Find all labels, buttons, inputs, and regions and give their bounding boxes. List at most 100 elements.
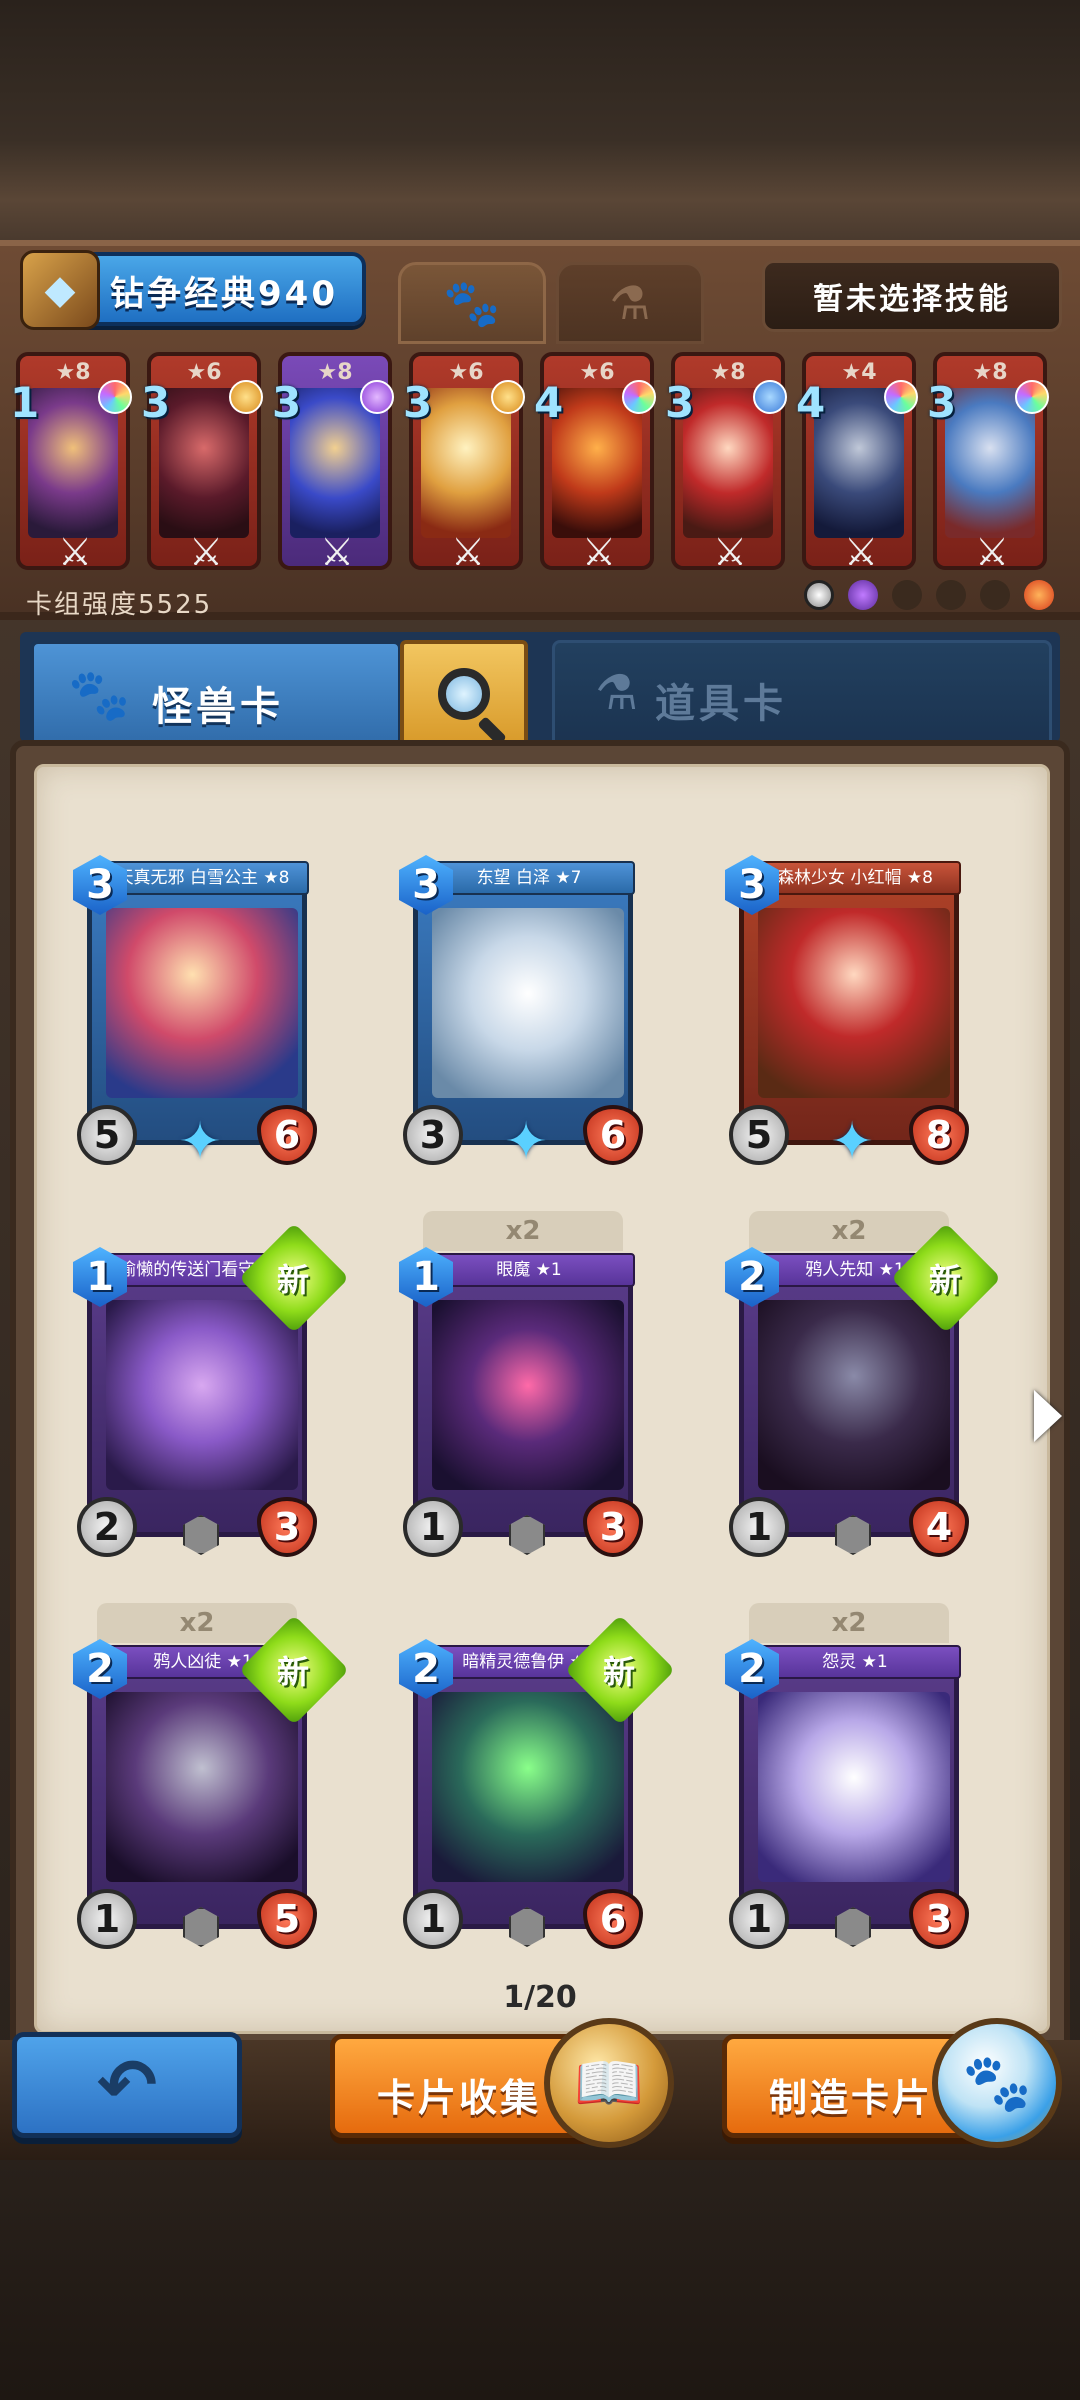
back-button[interactable]: ↶ bbox=[12, 2032, 242, 2138]
card-attack: 1 bbox=[403, 1889, 463, 1949]
monster-card[interactable]: 天真无邪 白雪公主 ★8 3 5 6 ✦ bbox=[73, 853, 317, 1169]
card-art bbox=[758, 1300, 950, 1490]
sword-icon: ⚔ bbox=[188, 530, 224, 574]
card-attack: 5 bbox=[729, 1105, 789, 1165]
deck-card-cost: 1 bbox=[10, 378, 40, 427]
collection-grid: 天真无邪 白雪公主 ★8 3 5 6 ✦ 东望 白泽 ★7 3 3 6 ✦ 森林少女 小红帽 ★8 3… bbox=[34, 764, 1050, 2034]
card-health: 3 bbox=[257, 1497, 317, 1557]
card-collection-label: 卡片收集 bbox=[377, 2076, 542, 2120]
card-art bbox=[758, 1692, 950, 1882]
tab-item-cards[interactable]: ⚗ 道具卡 bbox=[552, 640, 1052, 748]
deck-card-gem-icon bbox=[360, 380, 394, 414]
next-page-arrow-icon[interactable] bbox=[1034, 1390, 1062, 1442]
monster-card[interactable]: x2 眼魔 ★1 1 1 3 bbox=[399, 1211, 643, 1557]
tab-item-label: 道具卡 bbox=[655, 681, 787, 727]
page-indicator: 1/20 bbox=[503, 1980, 577, 2015]
deck-card[interactable]: ★8 3 ⚔ bbox=[272, 352, 394, 574]
card-attack: 1 bbox=[729, 1889, 789, 1949]
card-art bbox=[106, 1300, 298, 1490]
tab-monster-label: 怪兽卡 bbox=[152, 684, 284, 730]
card-art bbox=[106, 908, 298, 1098]
card-name: 天真无邪 白雪公主 ★8 bbox=[97, 861, 309, 895]
shadow-element-icon bbox=[848, 580, 878, 610]
deck-card[interactable]: ★6 4 ⚔ bbox=[534, 352, 656, 574]
tab-monster-skills-paw-icon[interactable]: 🐾 bbox=[398, 262, 546, 344]
card-name: 怨灵 ★1 bbox=[749, 1645, 961, 1679]
card-health: 6 bbox=[583, 1889, 643, 1949]
sword-icon: ⚔ bbox=[712, 530, 748, 574]
sword-icon: ⚔ bbox=[319, 530, 355, 574]
paw-jar-icon[interactable]: 🐾 bbox=[932, 2018, 1062, 2148]
card-copies-tab: x2 bbox=[97, 1603, 297, 1643]
game-screen: ◆ 钻争经典940 🐾 ⚗ 暂未选择技能 ★8 1 ⚔ ★6 3 ⚔ ★8 3 ⚔ ★6 3 ⚔ ★6 4… bbox=[0, 0, 1080, 2400]
sword-icon: ⚔ bbox=[843, 530, 879, 574]
monster-card[interactable]: x2 鸦人先知 ★1 2 1 4 新 bbox=[725, 1211, 1002, 1557]
search-button[interactable] bbox=[400, 640, 528, 748]
neutral-element-icon bbox=[804, 580, 834, 610]
craft-card-label: 制造卡片 bbox=[769, 2076, 934, 2120]
new-badge-label: 新 bbox=[276, 1261, 309, 1299]
monster-card[interactable]: 东望 白泽 ★7 3 3 6 ✦ bbox=[399, 853, 643, 1169]
card-art bbox=[432, 1300, 624, 1490]
deck-card[interactable]: ★6 3 ⚔ bbox=[141, 352, 263, 574]
deck-card-gem-icon bbox=[98, 380, 132, 414]
star-rank-icon: ✦ bbox=[178, 1112, 222, 1172]
card-name: 东望 白泽 ★7 bbox=[423, 861, 635, 895]
card-attack: 2 bbox=[77, 1497, 137, 1557]
new-badge-label: 新 bbox=[602, 1653, 635, 1691]
paw-icon: 🐾 bbox=[68, 666, 131, 724]
card-frame bbox=[87, 863, 307, 1145]
potion-icon: ⚗ bbox=[595, 665, 639, 721]
deck-card[interactable]: ★8 3 ⚔ bbox=[927, 352, 1049, 574]
card-attack: 1 bbox=[729, 1497, 789, 1557]
card-book-icon[interactable]: 📖 bbox=[544, 2018, 674, 2148]
nature-element-icon bbox=[892, 580, 922, 610]
monster-card[interactable]: 偷懒的传送门看守 ★1 1 2 3 新 bbox=[73, 1222, 350, 1557]
card-attack: 1 bbox=[403, 1497, 463, 1557]
monster-card[interactable]: 森林少女 小红帽 ★8 3 5 8 ✦ bbox=[725, 853, 969, 1169]
deck-card[interactable]: ★8 1 ⚔ bbox=[10, 352, 132, 574]
monster-card[interactable]: 暗精灵德鲁伊 ★1 2 1 6 新 bbox=[399, 1614, 676, 1949]
card-frame bbox=[739, 1647, 959, 1929]
card-health: 6 bbox=[583, 1105, 643, 1165]
card-health: 8 bbox=[909, 1105, 969, 1165]
deck-card[interactable]: ★8 3 ⚔ bbox=[665, 352, 787, 574]
tab-potion-icon[interactable]: ⚗ bbox=[556, 262, 704, 344]
card-health: 4 bbox=[909, 1497, 969, 1557]
deck-card[interactable]: ★4 4 ⚔ bbox=[796, 352, 918, 574]
fire-element-icon bbox=[1024, 580, 1054, 610]
deck-power-label: 卡组强度5525 bbox=[26, 590, 213, 620]
card-copies-tab: x2 bbox=[423, 1211, 623, 1251]
card-name: 眼魔 ★1 bbox=[423, 1253, 635, 1287]
star-rank-icon: ✦ bbox=[830, 1112, 874, 1172]
magnifier-icon bbox=[438, 668, 490, 720]
new-badge-label: 新 bbox=[276, 1653, 309, 1691]
card-frame bbox=[413, 863, 633, 1145]
deck-card-cost: 3 bbox=[927, 378, 957, 427]
deck-element-icons bbox=[804, 580, 1054, 610]
back-arrow-icon: ↶ bbox=[96, 2043, 158, 2127]
card-art bbox=[432, 908, 624, 1098]
card-attack: 1 bbox=[77, 1889, 137, 1949]
monster-card[interactable]: x2 怨灵 ★1 2 1 3 bbox=[725, 1603, 969, 1949]
monster-card[interactable]: x2 鸦人凶徒 ★1 2 1 5 新 bbox=[73, 1603, 350, 1949]
flight-element-icon bbox=[980, 580, 1010, 610]
select-skill-button[interactable]: 暂未选择技能 bbox=[762, 260, 1062, 332]
star-rank-icon: ✦ bbox=[504, 1112, 548, 1172]
new-badge-label: 新 bbox=[928, 1261, 961, 1299]
card-art bbox=[758, 908, 950, 1098]
card-copies-tab: x2 bbox=[749, 1211, 949, 1251]
deck-card-cost: 3 bbox=[665, 378, 695, 427]
deck-card-gem-icon bbox=[622, 380, 656, 414]
deck-card-gem-icon bbox=[884, 380, 918, 414]
card-name: 森林少女 小红帽 ★8 bbox=[749, 861, 961, 895]
deck-card-cost: 4 bbox=[534, 378, 564, 427]
deck-card[interactable]: ★6 3 ⚔ bbox=[403, 352, 525, 574]
beast-element-icon bbox=[936, 580, 966, 610]
card-frame bbox=[413, 1255, 633, 1537]
sword-icon: ⚔ bbox=[974, 530, 1010, 574]
deck-card-cost: 3 bbox=[403, 378, 433, 427]
deck-name-banner[interactable]: ◆ 钻争经典940 bbox=[20, 250, 366, 330]
card-health: 3 bbox=[909, 1889, 969, 1949]
tab-monster-cards[interactable]: 🐾 怪兽卡 bbox=[30, 640, 402, 752]
